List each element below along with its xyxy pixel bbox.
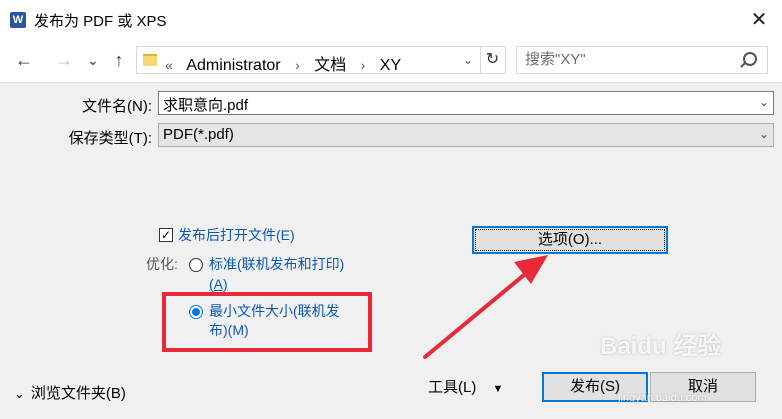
tools-menu[interactable]: 工具(L) ▼ [428,376,503,397]
word-app-icon: W [10,12,26,28]
search-input[interactable] [525,51,735,68]
standard-option-label-line1[interactable]: 标准(联机发布和打印) [209,255,344,274]
up-arrow-icon[interactable]: ↑ [108,48,130,72]
forward-arrow-icon[interactable]: → [52,48,76,72]
divider [0,82,782,83]
search-icon[interactable] [743,52,757,66]
breadcrumb-separator-icon[interactable]: › [361,57,366,73]
open-after-publish-checkbox[interactable]: ✓ [159,228,173,242]
refresh-icon[interactable]: ↻ [480,46,504,74]
tools-label: 工具(L) [428,379,477,396]
baidu-watermark-url: jingyan.baidu.com [618,392,707,404]
search-box[interactable] [516,46,768,74]
chevron-down-icon: ⌄ [14,386,25,401]
options-button[interactable]: 选项(O)... [472,226,668,254]
annotation-arrow-shaft [423,268,532,359]
save-type-select[interactable]: PDF(*.pdf) ⌄ [158,123,774,147]
breadcrumb: « Administrator › 文档 › XY [165,51,411,75]
optimize-label: 优化: [146,256,178,272]
breadcrumb-administrator[interactable]: Administrator [186,57,280,74]
folder-icon [143,54,157,66]
browse-folders-toggle[interactable]: ⌄ 浏览文件夹(B) [14,382,126,403]
filename-value[interactable]: 求职意向.pdf [163,94,248,115]
breadcrumb-documents[interactable]: 文档 [314,57,346,74]
filename-field[interactable]: 求职意向.pdf ⌄ [158,91,774,115]
filename-label: 文件名(N): [82,98,152,115]
address-dropdown-icon[interactable]: ⌄ [457,47,479,73]
recent-locations-chevron-icon[interactable]: ⌄ [84,48,102,72]
footer: ⌄ 浏览文件夹(B) 工具(L) ▼ 发布(S) 取消 [0,360,782,419]
breadcrumb-xy[interactable]: XY [380,57,401,74]
breadcrumb-overflow-icon[interactable]: « [165,57,173,73]
save-type-label: 保存类型(T): [68,130,152,147]
open-after-publish-label[interactable]: 发布后打开文件(E) [178,226,295,245]
save-type-value[interactable]: PDF(*.pdf) [163,126,234,143]
baidu-watermark: Baidu 经验 [600,333,722,360]
title-bar: W 发布为 PDF 或 XPS ✕ [0,0,782,40]
breadcrumb-separator-icon[interactable]: › [295,57,300,73]
navigation-bar: ← → ⌄ ↑ « Administrator › 文档 › XY ⌄ ↻ [0,40,782,82]
filename-dropdown-icon[interactable]: ⌄ [759,95,769,109]
annotation-highlight-box [162,292,372,352]
back-arrow-icon[interactable]: ← [12,48,36,72]
annotation-arrow-head [514,255,548,284]
close-button[interactable]: ✕ [736,0,782,40]
browse-folders-label: 浏览文件夹(B) [30,385,126,402]
save-type-dropdown-icon[interactable]: ⌄ [759,127,769,141]
standard-radio[interactable] [189,258,203,272]
window-title: 发布为 PDF 或 XPS [34,13,167,30]
address-bar[interactable]: « Administrator › 文档 › XY ⌄ [136,46,506,74]
tools-dropdown-icon: ▼ [492,383,504,395]
